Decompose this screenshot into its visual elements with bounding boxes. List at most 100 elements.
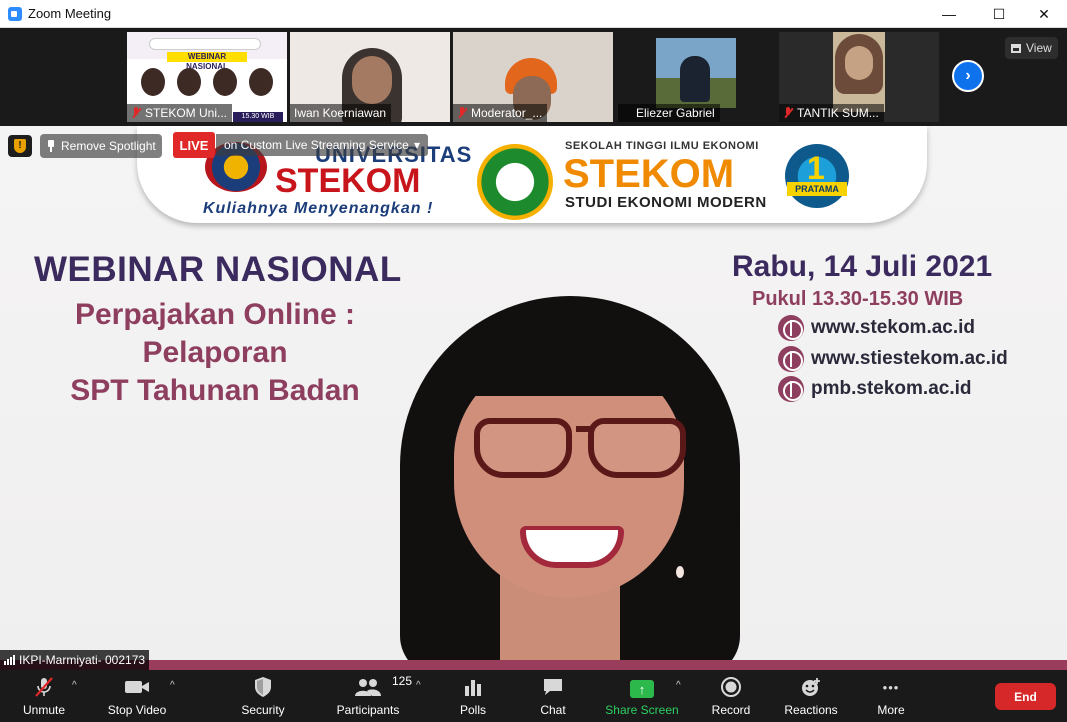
view-button[interactable]: View [1005,37,1058,59]
mic-muted-icon [131,107,141,119]
view-label: View [1026,41,1052,55]
chat-label: Chat [540,703,566,717]
more-button[interactable]: ••• More [870,670,912,722]
school-name: STEKOM [563,152,735,196]
slide-url: www.stekom.ac.id [778,314,975,342]
minimize-button[interactable]: — [926,0,972,28]
window-titlebar: Zoom Meeting — ☐ ✕ [0,0,1067,28]
live-badge[interactable]: LIVE [173,132,215,158]
chevron-down-icon: ▾ [413,138,420,152]
security-shield-icon[interactable]: ! [8,135,32,157]
participant-name: Iwan Koerniawan [294,106,387,120]
security-label: Security [241,703,285,717]
participant-face [845,46,873,80]
thumbnail-speakers [135,68,279,98]
speaker-name-tag: IKPI-Marmiyati- 002173 [0,650,150,670]
globe-icon [778,315,804,341]
reactions-label: Reactions [784,703,838,717]
participant-name-tag: TANTIK SUM... [779,104,884,122]
close-button[interactable]: ✕ [1021,0,1067,28]
slide-url: www.stiestekom.ac.id [778,345,1008,373]
university-tagline: Kuliahnya Menyenangkan ! [203,200,434,217]
window-title: Zoom Meeting [28,6,112,21]
slide-topic: Perpajakan Online : Pelaporan SPT Tahuna… [40,296,390,410]
participants-options-caret[interactable]: ^ [416,680,421,691]
unmute-label: Unmute [22,703,66,717]
share-screen-icon: ↑ [630,680,654,698]
globe-icon [778,346,804,372]
slide-date: Rabu, 14 Juli 2021 [732,250,993,283]
participant-thumbnail-strip: WEBINAR NASIONAL 15.30 WIB STEKOM Uni...… [0,28,1067,124]
security-button[interactable]: Security [236,670,290,722]
audio-options-caret[interactable]: ^ [72,680,77,691]
polls-label: Polls [459,703,486,717]
url-text: pmb.stekom.ac.id [811,378,972,399]
remove-spotlight-label: Remove Spotlight [61,139,156,153]
share-screen-label: Share Screen [605,703,679,717]
thumbnail-banner [149,38,261,50]
pin-icon [46,140,56,152]
chat-button[interactable]: Chat [530,670,576,722]
record-button[interactable]: Record [706,670,756,722]
url-text: www.stiestekom.ac.id [811,348,1008,369]
participant-name-tag: STEKOM Uni... [127,104,233,122]
unmute-button[interactable]: Unmute [14,670,74,722]
glasses-left-lens [474,418,572,478]
shield-icon [250,676,276,698]
stop-video-button[interactable]: Stop Video [102,670,172,722]
mic-muted-icon [31,676,57,698]
participants-icon: 125 [342,674,412,698]
participant-name-tag: Eliezer Gabriel [618,104,720,122]
participant-thumbnail[interactable]: TANTIK SUM... [779,32,939,122]
topic-line: Perpajakan Online : [74,298,356,331]
slide-heading: WEBINAR NASIONAL [34,250,402,289]
slide-bottom-band [0,660,1067,670]
reactions-button[interactable]: Reactions [782,670,840,722]
spotlight-video: UNIVERSITAS STEKOM Kuliahnya Menyenangka… [0,126,1067,670]
polls-button[interactable]: Polls [450,670,496,722]
glasses-bridge [576,426,590,432]
maximize-button[interactable]: ☐ [976,0,1022,28]
globe-icon [778,376,804,402]
zoom-app-icon [8,6,22,21]
school-subtitle: STUDI EKONOMI MODERN [565,194,767,211]
politeknik-pratama-logo: 1 PRATAMA [769,144,865,214]
live-service-label: on Custom Live Streaming Service [224,138,409,152]
reactions-icon [798,676,824,698]
speaker-earring [676,566,684,578]
signal-strength-icon [4,655,15,665]
next-page-button[interactable]: › [952,60,984,92]
slide-time: Pukul 13.30-15.30 WIB [752,288,964,310]
participant-thumbnail[interactable]: Eliezer Gabriel [618,32,778,122]
remove-spotlight-button[interactable]: Remove Spotlight [40,134,162,158]
participants-button[interactable]: 125 Participants [334,670,412,722]
participant-thumbnail[interactable]: WEBINAR NASIONAL 15.30 WIB STEKOM Uni... [127,32,287,122]
participant-name: STEKOM Uni... [145,106,228,120]
poltek-name: PRATAMA [787,182,847,196]
participant-name: Eliezer Gabriel [636,106,715,120]
topic-line: Pelaporan [142,336,288,369]
mic-muted-icon [457,107,467,119]
live-service-dropdown[interactable]: on Custom Live Streaming Service ▾ [216,134,428,156]
mic-muted-icon [622,107,632,119]
participants-label: Participants [336,703,400,717]
glasses-right-lens [588,418,686,478]
university-name: STEKOM [275,162,421,200]
meeting-toolbar: Unmute ^ Stop Video ^ Security 125 Parti… [0,670,1067,722]
speaker-bangs [452,326,692,396]
end-meeting-button[interactable]: End [995,683,1056,710]
mic-muted-icon [783,107,793,119]
share-options-caret[interactable]: ^ [676,680,681,691]
participant-video [656,38,736,108]
record-icon [718,676,744,698]
school-label: SEKOLAH TINGGI ILMU EKONOMI [565,140,759,152]
video-options-caret[interactable]: ^ [170,680,175,691]
topic-line: SPT Tahunan Badan [70,374,360,407]
url-text: www.stekom.ac.id [811,317,976,338]
share-screen-button[interactable]: ↑ Share Screen [604,670,680,722]
stie-stekom-logo [477,144,553,220]
more-label: More [877,703,905,717]
thumbnail-time-chip: 15.30 WIB [233,112,283,122]
participant-thumbnail[interactable]: Moderator_... [453,32,613,122]
participant-thumbnail[interactable]: Iwan Koerniawan [290,32,450,122]
